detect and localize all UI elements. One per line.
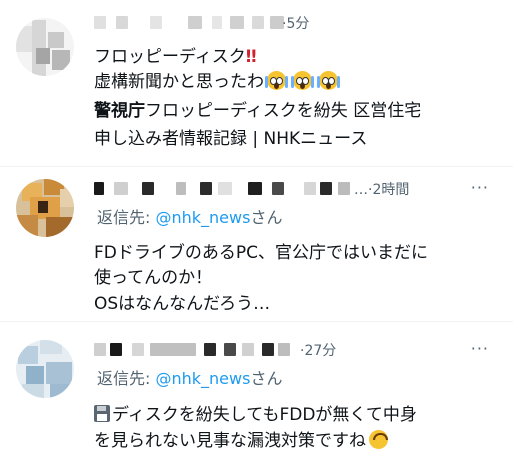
double-exclamation-icon: ‼: [245, 47, 257, 67]
news-headline-line-1[interactable]: 警視庁フロッピーディスクを紛失 区営住宅: [94, 96, 421, 121]
ellipsis: …: [354, 182, 368, 198]
more-options-icon[interactable]: ···: [471, 178, 489, 197]
reply-context: 返信先: @nhk_newsさん: [97, 369, 283, 388]
tweet-text-line-1: FDドライブのあるPC、官公庁ではいまだに: [94, 243, 428, 263]
redacted-name: [94, 182, 104, 195]
more-options-icon[interactable]: ···: [471, 339, 489, 358]
tweet-text-line-3: OSはなんなんだろう…: [94, 294, 271, 314]
tweet-header: ·27分 ···: [92, 339, 513, 361]
timestamp[interactable]: ·27分: [300, 340, 336, 360]
screaming-face-icon: [317, 71, 340, 90]
floppy-disk-icon: [94, 405, 110, 422]
news-headline-line-2[interactable]: 申し込み者情報記録 | NHKニュース: [94, 124, 367, 149]
upside-down-face-icon: [369, 430, 388, 449]
tweet-3[interactable]: ·27分 ··· 返信先: @nhk_newsさん ディスクを紛失してもFDDが…: [0, 322, 513, 467]
avatar[interactable]: [16, 340, 74, 398]
tweet-text-line-2: 虚構新聞かと思ったわ: [94, 67, 340, 92]
tweet-text-line-2: を見られない見事な漏洩対策ですね: [94, 426, 388, 451]
redacted-name: [94, 16, 106, 29]
reply-handle-link[interactable]: @nhk_news: [155, 369, 250, 388]
screaming-face-icon: [265, 71, 288, 90]
avatar[interactable]: [16, 179, 74, 237]
tweet-1[interactable]: ·5分 フロッピーディスク‼ 虚構新聞かと思ったわ 警視庁フロッピーディスクを紛…: [0, 0, 513, 160]
screaming-face-icon: [291, 71, 314, 90]
timestamp[interactable]: …·2時間: [354, 179, 409, 199]
tweet-header: ·5分: [92, 12, 513, 34]
tweet-header: …·2時間 ···: [92, 178, 513, 200]
tweet-text-line-2: 使ってんのか！: [94, 268, 213, 288]
reply-context: 返信先: @nhk_newsさん: [97, 208, 283, 227]
avatar[interactable]: [16, 18, 74, 76]
tweet-text-line-1: フロッピーディスク‼: [94, 47, 257, 67]
tweet-2[interactable]: …·2時間 ··· 返信先: @nhk_newsさん FDドライブのあるPC、官…: [0, 167, 513, 320]
timestamp[interactable]: ·5分: [282, 13, 309, 33]
redacted-name: [94, 343, 106, 356]
tweet-text-line-1: ディスクを紛失してもFDDが無くて中身: [94, 400, 417, 425]
reply-handle-link[interactable]: @nhk_news: [155, 208, 250, 227]
